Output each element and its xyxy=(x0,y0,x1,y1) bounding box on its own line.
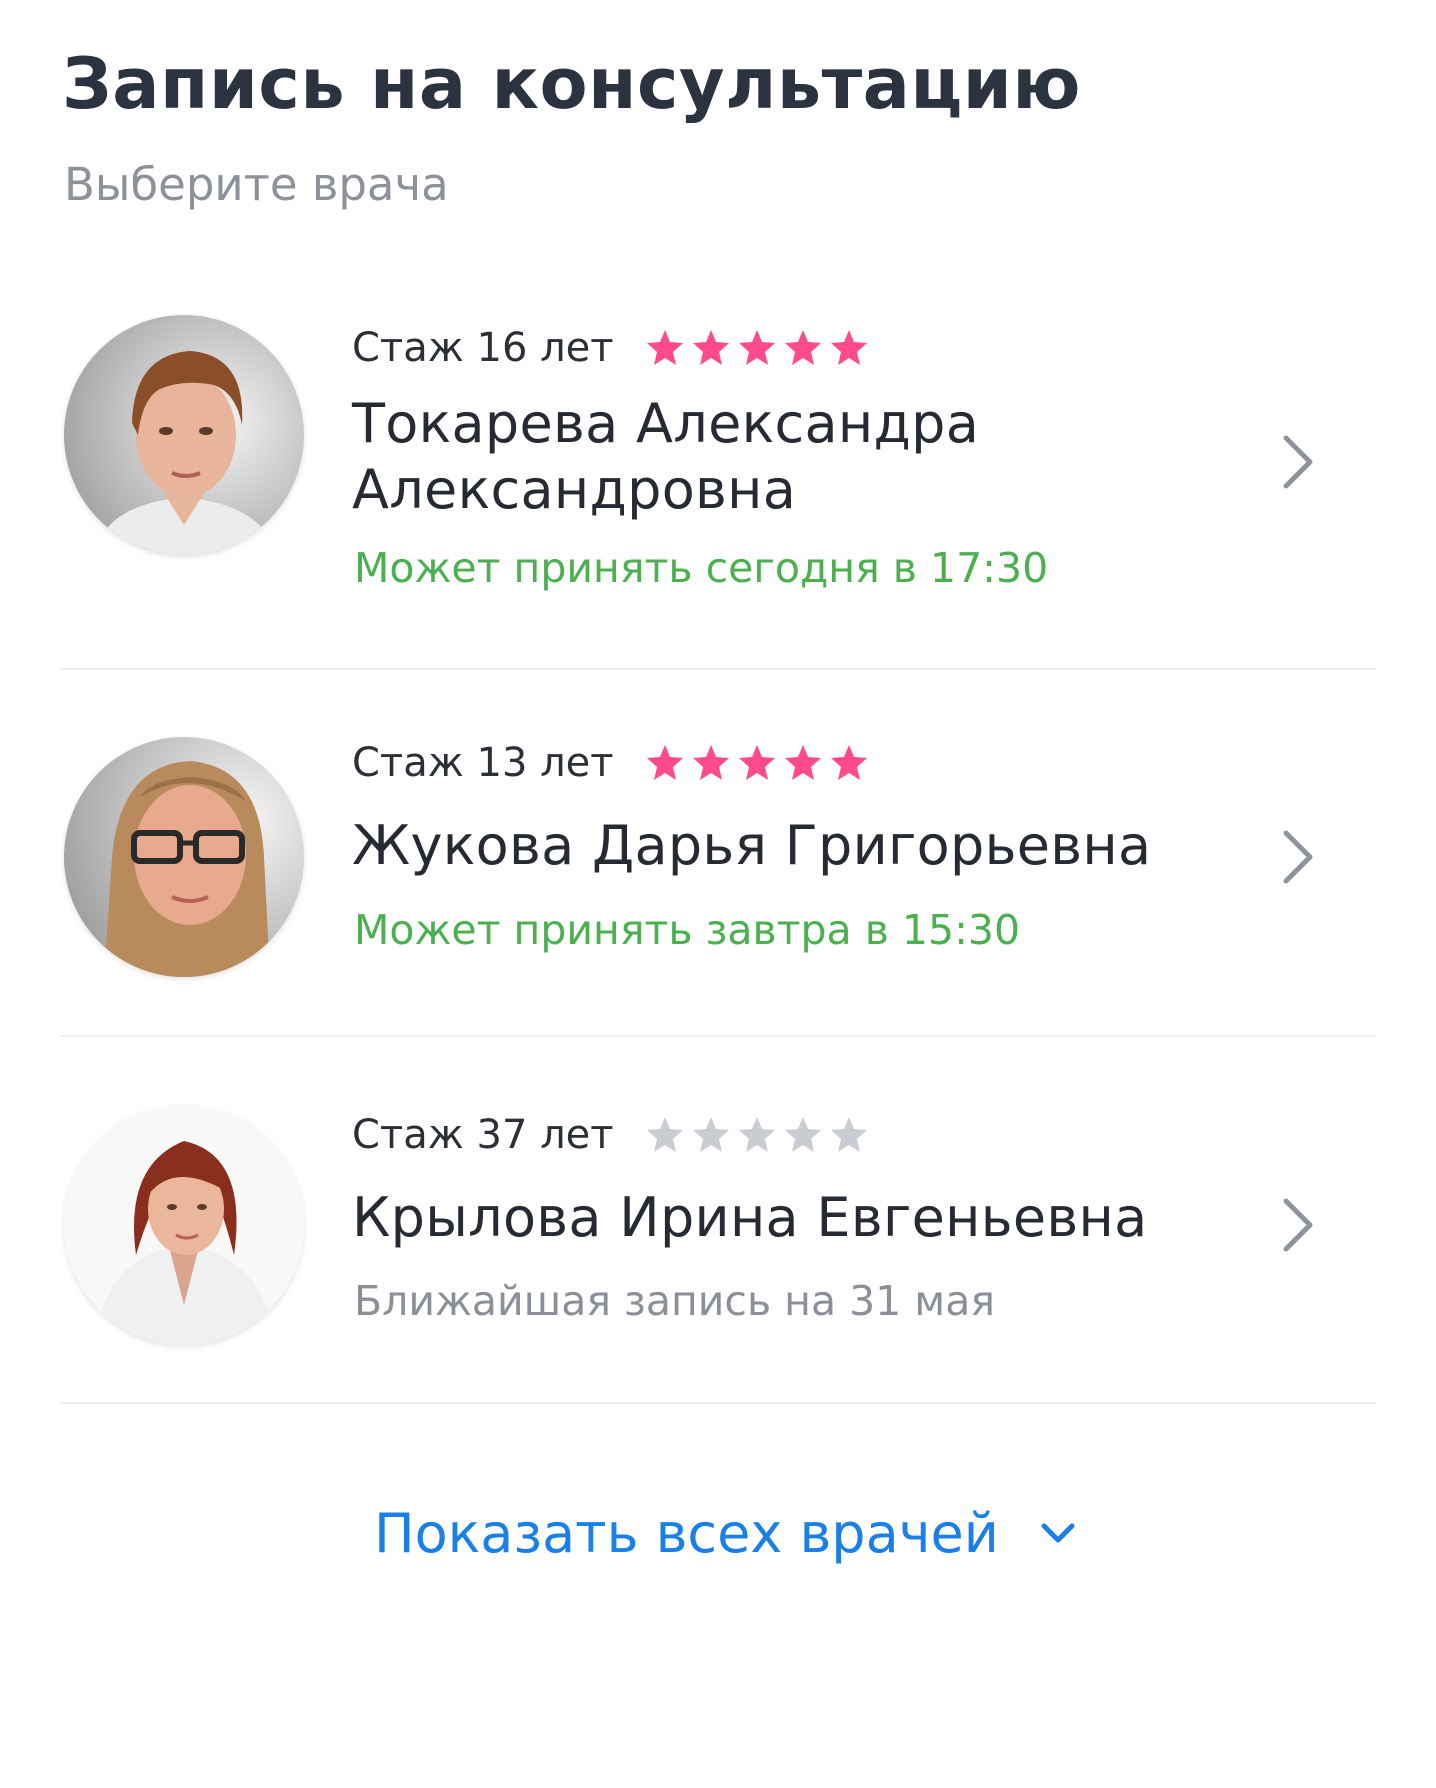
star-empty-icon xyxy=(784,1117,821,1152)
star-filled-icon xyxy=(830,330,867,365)
experience-label: Стаж 16 лет xyxy=(352,325,614,371)
doctor-meta: Стаж 37 лет xyxy=(352,1107,875,1163)
experience-label: Стаж 37 лет xyxy=(352,1112,614,1158)
star-filled-icon xyxy=(738,330,775,365)
show-all-label: Показать всех врачей xyxy=(374,1502,999,1565)
rating-stars xyxy=(645,1115,875,1155)
star-filled-icon xyxy=(646,745,683,780)
availability-text: Ближайшая запись на 31 мая xyxy=(354,1277,996,1325)
doctor-avatar xyxy=(64,315,304,555)
star-filled-icon xyxy=(830,745,867,780)
divider xyxy=(60,668,1376,670)
doctor-card[interactable]: Стаж 16 лет Токарева Александра Александ… xyxy=(0,300,1436,670)
availability-text: Может принять завтра в 15:30 xyxy=(354,906,1021,954)
chevron-down-icon xyxy=(1041,1523,1075,1543)
availability-text: Может принять сегодня в 17:30 xyxy=(354,544,1049,592)
chevron-right-icon xyxy=(1283,830,1313,884)
doctor-card[interactable]: Стаж 37 лет Крылова Ирина Евгеньевна Бли… xyxy=(0,1085,1436,1405)
star-filled-icon xyxy=(692,330,729,365)
doctor-avatar xyxy=(64,737,304,977)
star-empty-icon xyxy=(646,1117,683,1152)
show-all-doctors-button[interactable]: Показать всех врачей xyxy=(374,1496,1078,1572)
star-filled-icon xyxy=(784,745,821,780)
page-title: Запись на консультацию xyxy=(62,43,1081,125)
star-filled-icon xyxy=(646,330,683,365)
chevron-right-icon xyxy=(1283,435,1313,489)
doctor-name: Крылова Ирина Евгеньевна xyxy=(352,1186,1148,1249)
star-filled-icon xyxy=(692,745,729,780)
star-empty-icon xyxy=(830,1117,867,1152)
doctor-meta: Стаж 16 лет xyxy=(352,320,875,376)
divider xyxy=(60,1402,1376,1404)
chevron-right-icon xyxy=(1283,1198,1313,1252)
experience-label: Стаж 13 лет xyxy=(352,740,614,786)
star-filled-icon xyxy=(738,745,775,780)
star-filled-icon xyxy=(784,330,821,365)
page-subtitle: Выберите врача xyxy=(64,158,449,211)
doctor-card[interactable]: Стаж 13 лет Жукова Дарья Григорьевна Мож… xyxy=(0,715,1436,1035)
doctor-meta: Стаж 13 лет xyxy=(352,735,875,791)
rating-stars xyxy=(645,743,875,783)
star-empty-icon xyxy=(738,1117,775,1152)
star-empty-icon xyxy=(692,1117,729,1152)
rating-stars xyxy=(645,328,875,368)
divider xyxy=(60,1035,1376,1037)
doctor-name: Токарева Александра Александровна xyxy=(352,392,980,521)
doctor-avatar xyxy=(64,1105,304,1345)
doctor-name: Жукова Дарья Григорьевна xyxy=(352,814,1152,877)
